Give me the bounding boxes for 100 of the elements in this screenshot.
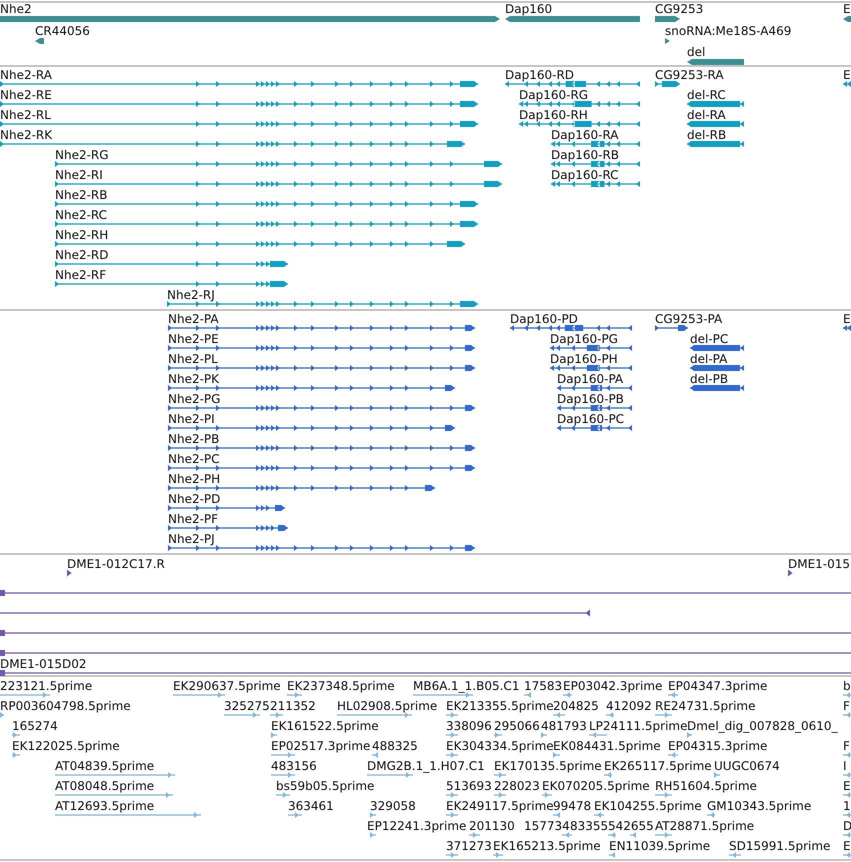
- feature-label: EP04347.3prime: [668, 679, 768, 693]
- feature-label: 325275: [224, 699, 270, 713]
- feature-label: Nhe2-PK: [168, 372, 220, 386]
- feature-label: 204825: [553, 699, 599, 713]
- feature-label: Nhe2-PI: [168, 412, 215, 426]
- feature-label: Dap160-RG: [519, 88, 588, 102]
- feature-label: F: [843, 699, 850, 713]
- feature-label: EP04315.3prime: [668, 739, 768, 753]
- feature-label: Nhe2-PB: [168, 432, 220, 446]
- feature-label: 371273: [446, 839, 492, 853]
- feature-label: EK265117.5prime: [604, 759, 712, 773]
- feature-label: del-RA: [687, 108, 726, 122]
- feature-label: Dap160-RH: [519, 108, 588, 122]
- feature-label: EK290637.5prime: [173, 679, 281, 693]
- feature-label: Dap160-RA: [551, 128, 619, 142]
- feature-label: EK165213.5prime: [493, 839, 601, 853]
- feature-label: 201130: [469, 819, 515, 833]
- feature-label: Nhe2-RL: [0, 108, 51, 122]
- feature-label: EK122025.5prime: [12, 739, 120, 753]
- feature-label: 338096: [446, 719, 492, 733]
- feature-label: Nhe2-RK: [0, 128, 52, 142]
- feature-label: 329058: [370, 799, 416, 813]
- feature-label: EK170135.5prime: [494, 759, 602, 773]
- feature-label: 211352: [270, 699, 316, 713]
- feature-label: Nhe2: [0, 2, 32, 16]
- feature-label: 165274: [12, 719, 58, 733]
- feature-label: CG9253-RA: [655, 68, 724, 82]
- feature-label: del-PC: [690, 332, 728, 346]
- feature-label: Dap160-RD: [505, 68, 574, 82]
- feature-label: Dap160-RC: [551, 168, 619, 182]
- feature-label: Nhe2-RH: [55, 228, 108, 242]
- feature-label: AT08048.5prime: [55, 779, 154, 793]
- feature-label: EK084431.5prime: [553, 739, 661, 753]
- feature-label: 481793: [541, 719, 587, 733]
- feature-label: del-RB: [687, 128, 726, 142]
- feature-label: del-PA: [690, 352, 728, 366]
- feature-label: 488325: [372, 739, 418, 753]
- feature-label: 99478: [553, 799, 592, 813]
- feature-label: EK304334.5prime: [446, 739, 554, 753]
- feature-label: MB6A.1_1.B05.C1: [413, 679, 520, 693]
- feature-label: SD15991.5prime: [729, 839, 830, 853]
- feature-label: RP003604798.5prime: [0, 699, 131, 713]
- feature-label: EK237348.5prime: [287, 679, 395, 693]
- feature-label: del-PB: [690, 372, 728, 386]
- feature-label: EK070205.5prime: [542, 779, 650, 793]
- feature-label: 1: [843, 799, 851, 813]
- feature-label: Nhe2-RD: [55, 248, 109, 262]
- feature-label: DME1-012C17.R: [67, 557, 165, 571]
- feature-label: E: [843, 68, 851, 82]
- feature-label: Nhe2-RF: [55, 268, 106, 282]
- feature-label: Nhe2-RI: [55, 168, 103, 182]
- feature-label: 513693: [446, 779, 492, 793]
- feature-label: AT04839.5prime: [55, 759, 154, 773]
- feature-label: snoRNA:Me18S-A469: [665, 24, 792, 38]
- feature-label: Nhe2-PE: [168, 332, 219, 346]
- feature-label: Nhe2-PD: [168, 492, 220, 506]
- feature-label: CR44056: [35, 24, 90, 38]
- feature-label: E: [843, 312, 851, 326]
- feature-label: EP12241.3prime: [367, 819, 466, 833]
- feature-label: 363461: [288, 799, 334, 813]
- feature-label: b: [843, 679, 851, 693]
- feature-label: 223121.5prime: [0, 679, 92, 693]
- feature-label: AT12693.5prime: [55, 799, 154, 813]
- feature-label: Dmel_dig_007828_0610_: [687, 719, 838, 733]
- feature-label: Nhe2-PA: [168, 312, 219, 326]
- feature-label: EP02517.3prime: [271, 739, 370, 753]
- feature-label: EN11039.5prime: [609, 839, 710, 853]
- feature-label: Dap160-PG: [550, 332, 618, 346]
- feature-label: F: [843, 739, 850, 753]
- feature-label: Dap160-PD: [510, 312, 578, 326]
- feature-label: E: [843, 779, 851, 793]
- feature-label: EK249117.5prime: [446, 799, 554, 813]
- feature-label: EK161522.5prime: [271, 719, 379, 733]
- feature-label: 483156: [271, 759, 317, 773]
- feature-label: 228023: [494, 779, 540, 793]
- feature-label: HL02908.5prime: [337, 699, 438, 713]
- feature-label: Nhe2-RC: [55, 208, 108, 222]
- feature-label: 17583: [524, 679, 562, 693]
- feature-label: Dap160-PC: [557, 412, 624, 426]
- feature-label: del: [687, 45, 706, 59]
- feature-label: Nhe2-PL: [168, 352, 218, 366]
- feature-label: Nhe2-RJ: [167, 288, 215, 302]
- feature-label: Dap160-PH: [550, 352, 618, 366]
- feature-label: UUGC0674: [714, 759, 780, 773]
- feature-label: DME1-015D02: [0, 657, 87, 671]
- feature-label: Nhe2-RA: [0, 68, 52, 82]
- feature-label: 83355: [570, 819, 608, 833]
- feature-label: 412092: [606, 699, 652, 713]
- feature-label: 157734: [524, 819, 570, 833]
- feature-label: Dap160: [505, 2, 552, 16]
- feature-label: del-RC: [687, 88, 726, 102]
- feature-label: Dap160-PB: [557, 392, 624, 406]
- feature-label: E: [843, 839, 851, 853]
- feature-label: GM10343.5prime: [707, 799, 812, 813]
- feature-label: AT28871.5prime: [655, 819, 754, 833]
- feature-label: EK104255.5prime: [594, 799, 702, 813]
- feature-label: EK213355.5prime: [446, 699, 554, 713]
- feature-label: Nhe2-PG: [168, 392, 220, 406]
- feature-label: 295066: [494, 719, 540, 733]
- feature-label: Nhe2-PH: [168, 472, 220, 486]
